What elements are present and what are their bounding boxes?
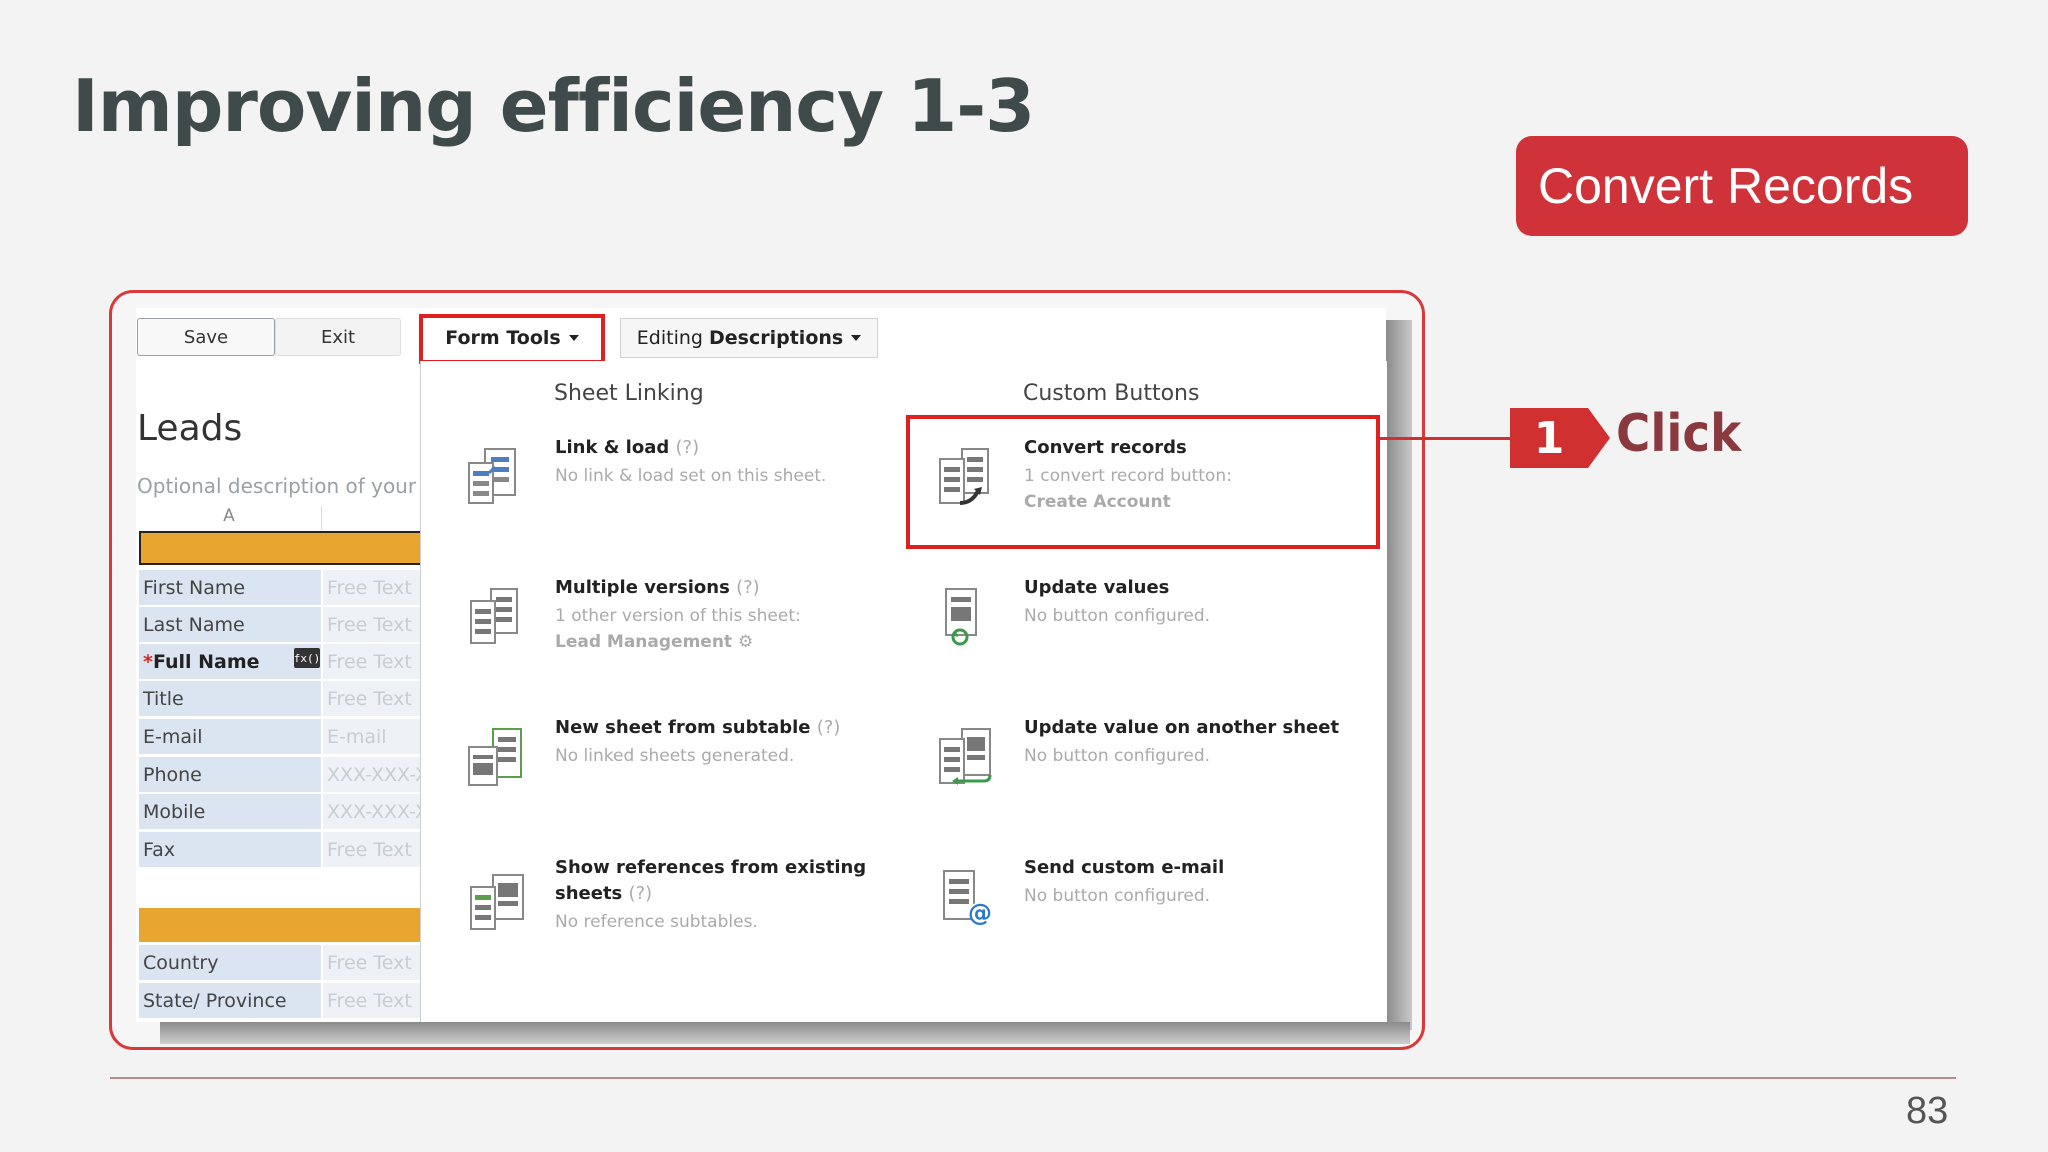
field-input[interactable]: XXX-XXX-X (321, 794, 422, 830)
formula-icon[interactable]: fx() (294, 648, 320, 668)
menu-item-title: Show references from existing sheets (?) (555, 857, 867, 904)
field-input[interactable]: Free Text (321, 644, 422, 680)
field-input[interactable]: XXX-XXX-X (321, 757, 422, 793)
field-row[interactable]: Mobile XXX-XXX-X (139, 794, 422, 830)
link-load-icon (468, 448, 516, 504)
menu-item-desc: No link & load set on this sheet. (555, 466, 827, 486)
callout-connector-line (1380, 437, 1512, 440)
field-row[interactable]: * Full Name Free Text (139, 644, 422, 680)
field-label: Fax (139, 832, 321, 868)
references-icon (470, 874, 524, 930)
section-header-bar[interactable] (139, 908, 422, 942)
exit-button[interactable]: Exit (275, 318, 401, 356)
section-header-bar[interactable] (139, 531, 422, 565)
field-input[interactable]: Free Text (321, 945, 422, 981)
menu-item-link[interactable]: Lead Management ⚙ (555, 629, 753, 655)
field-label: State/ Province (139, 983, 321, 1019)
field-input[interactable]: E-mail (321, 719, 422, 755)
chevron-down-icon (851, 335, 862, 341)
form-description: Optional description of your fo (137, 474, 420, 498)
menu-item-desc: No button configured. (1024, 606, 1211, 626)
menu-item-title: New sheet from subtable (?) (555, 717, 841, 738)
menu-item-desc: No button configured. (1024, 886, 1211, 906)
form-tools-highlight (419, 314, 605, 364)
field-label: First Name (139, 570, 321, 606)
update-other-sheet-icon (939, 728, 992, 785)
field-row[interactable]: State/ Province Free Text (139, 983, 422, 1019)
sheet-linking-heading: Sheet Linking (554, 381, 704, 406)
field-label: Country (139, 945, 321, 981)
menu-item-title: Update values (1024, 577, 1170, 598)
step-number: 1 (1510, 408, 1588, 468)
menu-item-multiple-versions[interactable]: Multiple versions (?) 1 other version of… (465, 575, 905, 675)
menu-item-title: Update value on another sheet (1024, 717, 1340, 738)
field-row[interactable]: Title Free Text (139, 681, 422, 717)
field-input[interactable]: Free Text (321, 681, 422, 717)
menu-item-title: Link & load (?) (555, 437, 700, 458)
click-instruction: Click (1616, 404, 1742, 464)
custom-buttons-heading: Custom Buttons (1023, 381, 1200, 406)
field-input[interactable]: Free Text (321, 607, 422, 643)
menu-item-desc: 1 other version of this sheet: (555, 606, 801, 626)
menu-item-send-custom-email[interactable]: @ Send custom e-mail No button configure… (934, 855, 1374, 955)
field-row[interactable]: First Name Free Text (139, 570, 422, 606)
column-header-a: A (137, 506, 322, 530)
menu-item-desc: No linked sheets generated. (555, 746, 795, 766)
field-input[interactable]: Free Text (321, 570, 422, 606)
send-email-icon: @ (943, 870, 992, 927)
form-title: Leads (137, 408, 243, 449)
editing-descriptions-button[interactable]: Editing Descriptions (620, 318, 878, 358)
gear-icon[interactable]: ⚙ (738, 632, 753, 652)
field-label: Mobile (139, 794, 321, 830)
menu-item-link-load[interactable]: Link & load (?) No link & load set on th… (465, 435, 905, 535)
field-label: Title (139, 681, 321, 717)
menu-item-update-values[interactable]: Update values No button configured. (934, 575, 1374, 675)
slide-title: Improving efficiency 1-3 (72, 64, 1035, 148)
menu-item-update-another-sheet[interactable]: Update value on another sheet No button … (934, 715, 1374, 815)
svg-text:@: @ (968, 899, 992, 927)
menu-item-desc: No button configured. (1024, 746, 1211, 766)
field-input[interactable]: Free Text (321, 832, 422, 868)
screen-shadow-bottom (160, 1022, 1410, 1044)
convert-records-highlight (906, 415, 1380, 549)
update-values-icon (945, 588, 977, 646)
field-row[interactable]: Fax Free Text (139, 832, 422, 868)
multiple-versions-icon (470, 588, 518, 644)
field-row[interactable]: Last Name Free Text (139, 607, 422, 643)
field-row[interactable]: Phone XXX-XXX-X (139, 757, 422, 793)
menu-item-title: Send custom e-mail (1024, 857, 1225, 878)
editing-label: Editing Descriptions (636, 327, 844, 349)
field-input[interactable]: Free Text (321, 983, 422, 1019)
menu-item-title: Multiple versions (?) (555, 577, 760, 598)
field-label: E-mail (139, 719, 321, 755)
screen-shadow-right (1386, 320, 1412, 1030)
field-label: Last Name (139, 607, 321, 643)
menu-item-desc: No reference subtables. (555, 912, 758, 932)
field-row[interactable]: E-mail E-mail (139, 719, 422, 755)
footer-divider (110, 1077, 1956, 1079)
step-arrow-icon (1588, 408, 1610, 468)
page-number: 83 (1906, 1090, 1949, 1132)
field-label: Phone (139, 757, 321, 793)
menu-item-show-references[interactable]: Show references from existing sheets (?) … (465, 855, 905, 955)
convert-records-badge: Convert Records (1516, 136, 1968, 236)
menu-item-new-sheet-from-subtable[interactable]: New sheet from subtable (?) No linked sh… (465, 715, 905, 815)
save-button[interactable]: Save (137, 318, 275, 356)
new-sheet-icon (468, 728, 522, 786)
field-row[interactable]: Country Free Text (139, 945, 422, 981)
